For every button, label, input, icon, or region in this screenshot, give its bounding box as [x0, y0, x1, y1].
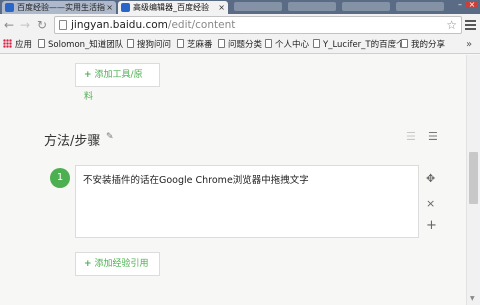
menu-icon[interactable] — [465, 20, 476, 30]
tab-strip: 百度经验——实用生活指 × 高级编辑器_百度经验 × – × — [0, 0, 480, 14]
scrollbar[interactable]: ▼ — [466, 55, 480, 305]
page-icon — [127, 39, 134, 48]
unordered-list-icon[interactable]: ☰ — [428, 130, 438, 143]
tab-title: 高级编辑器_百度经验 — [133, 3, 209, 12]
scroll-down-icon[interactable]: ▼ — [470, 295, 475, 302]
ordered-list-icon[interactable]: ☰ — [406, 130, 416, 143]
step-number-badge: 1 — [50, 168, 70, 188]
page-icon — [59, 20, 67, 30]
delete-icon[interactable]: × — [426, 197, 435, 210]
step-text: 不安装插件的话在Google Chrome浏览器中拖拽文字 — [83, 175, 309, 186]
bookmark-item[interactable]: Y_Lucifer_T的百度个 — [313, 36, 405, 53]
bookmark-item[interactable]: 芝麻番 — [177, 36, 213, 53]
bookmark-item[interactable]: 个人中心 — [265, 36, 309, 53]
add-reference-button[interactable]: + 添加经验引用 — [75, 252, 160, 276]
url-text: jingyan.baidu.com/edit/content — [71, 19, 236, 31]
bookmark-item[interactable]: 问题分类 — [218, 36, 262, 53]
faded-tabs — [234, 2, 454, 13]
page-icon — [38, 39, 45, 48]
baidu-favicon-icon — [5, 3, 14, 12]
forward-arrow-icon[interactable]: → — [20, 18, 30, 32]
page-icon — [313, 39, 320, 48]
page-icon — [177, 39, 184, 48]
bookmarks-bar: 应用 Solomon_知道团队 搜狗问问 芝麻番 问题分类 个人中心 Y_Luc… — [0, 36, 480, 54]
tab-title: 百度经验——实用生活指 — [17, 3, 105, 12]
section-title: 方法/步骤 — [44, 134, 101, 149]
page-icon — [401, 39, 408, 48]
close-window-icon[interactable]: × — [466, 1, 478, 9]
move-icon[interactable]: ✥ — [426, 172, 435, 185]
minimize-icon[interactable]: – — [456, 1, 464, 9]
address-bar[interactable]: jingyan.baidu.com/edit/content ☆ — [54, 16, 462, 34]
more-bookmarks-icon[interactable]: » — [466, 36, 472, 53]
bookmark-star-icon[interactable]: ☆ — [446, 18, 457, 32]
page-icon — [218, 39, 225, 48]
page-icon — [265, 39, 272, 48]
pencil-icon[interactable]: ✎ — [106, 132, 114, 142]
bookmark-item[interactable]: 我的分享 — [401, 36, 445, 53]
browser-toolbar: ← → ↻ jingyan.baidu.com/edit/content ☆ — [0, 14, 480, 36]
back-arrow-icon[interactable]: ← — [4, 18, 14, 32]
tab-baidu-jingyan[interactable]: 百度经验——实用生活指 × — [2, 1, 116, 14]
close-tab-icon[interactable]: × — [218, 1, 225, 14]
bookmark-item[interactable]: Solomon_知道团队 — [38, 36, 123, 53]
add-tools-button[interactable]: + 添加工具/原料 — [75, 63, 160, 102]
editor-content: + 添加工具/原料 方法/步骤 ✎ ☰ ☰ 1 不安装插件的话在Google Ch… — [0, 55, 466, 305]
apps-grid-icon — [3, 39, 12, 48]
bookmark-item[interactable]: 搜狗问问 — [127, 36, 171, 53]
add-step-icon[interactable]: + — [426, 218, 437, 233]
bookmark-apps[interactable]: 应用 — [3, 36, 32, 53]
scrollbar-thumb[interactable] — [469, 152, 478, 204]
baidu-favicon-icon — [121, 3, 130, 12]
step-text-editor[interactable]: 不安装插件的话在Google Chrome浏览器中拖拽文字 — [75, 165, 419, 238]
close-tab-icon[interactable]: × — [106, 1, 113, 14]
reload-icon[interactable]: ↻ — [37, 18, 47, 32]
tab-advanced-editor[interactable]: 高级编辑器_百度经验 × — [118, 1, 228, 14]
